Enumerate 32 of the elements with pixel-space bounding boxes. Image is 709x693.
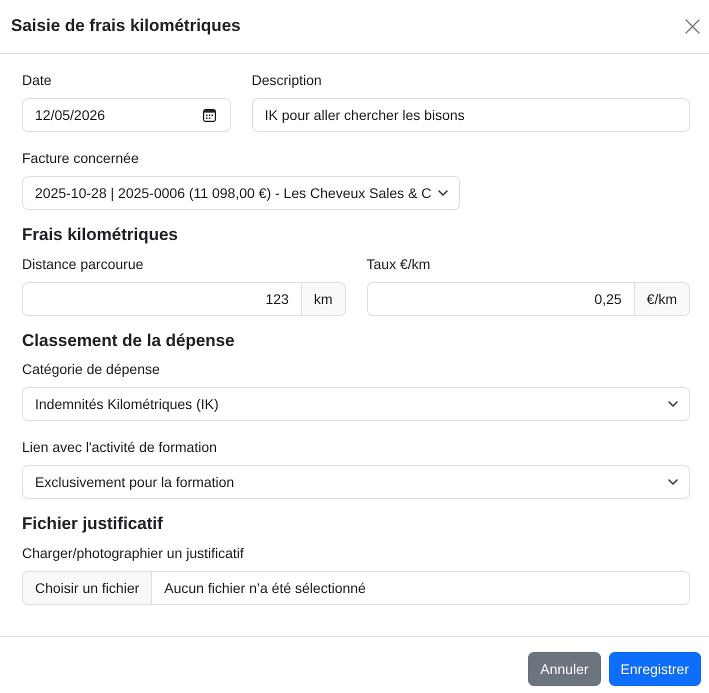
close-icon [685, 19, 700, 34]
field-label: Description [252, 71, 322, 90]
section-heading: Frais kilométriques [22, 224, 178, 246]
cancel-button[interactable]: Annuler [528, 652, 601, 686]
field-label: Lien avec l'activité de formation [22, 438, 217, 458]
chevron-down-icon [668, 479, 678, 486]
number-field[interactable]: 123 [22, 282, 302, 316]
select-field[interactable]: Indemnités Kilométriques (IK) [22, 387, 690, 422]
choose-file-button[interactable]: Choisir un fichier [23, 572, 152, 604]
close-button[interactable] [685, 19, 700, 34]
file-status-text: Aucun fichier n’a été sélectionné [164, 580, 366, 596]
field-label: Taux €/km [366, 254, 430, 274]
field-label: Facture concernée [22, 149, 139, 168]
text-field[interactable]: IK pour aller chercher les bisons [252, 98, 690, 132]
file-field[interactable]: Choisir un fichier Aucun fichier n’a été sélectionné [22, 570, 690, 605]
select-field[interactable]: 2025-10-28 | 2025-0006 (11 098,00 €) - Les Cheveux Sales & C [22, 176, 460, 210]
section-heading: Classement de la dépense [22, 330, 235, 352]
select-field[interactable]: Exclusivement pour la formation [22, 465, 690, 500]
chevron-down-icon [438, 190, 448, 196]
field-label: Catégorie de dépense [22, 360, 160, 380]
unit-label: €/km [634, 282, 690, 316]
modal-title: Saisie de frais kilométriques [11, 16, 241, 37]
date-field[interactable]: 12/05/2026 [22, 98, 231, 132]
calendar-icon[interactable] [202, 108, 216, 122]
chevron-down-icon [668, 401, 678, 408]
section-heading: Fichier justificatif [22, 513, 163, 535]
field-label: Date [22, 71, 52, 90]
save-button[interactable]: Enregistrer [608, 652, 701, 686]
number-field[interactable]: 0,25 [366, 282, 635, 316]
unit-label: km [300, 282, 346, 316]
field-label: Distance parcourue [22, 254, 144, 274]
field-label: Charger/photographier un justificatif [22, 544, 244, 563]
